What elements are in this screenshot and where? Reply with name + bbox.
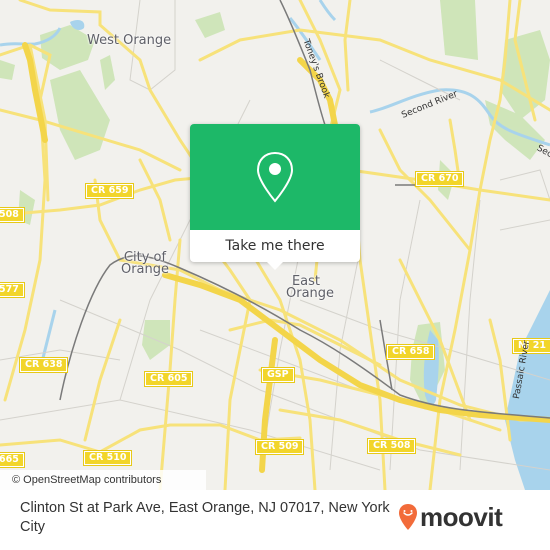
route-shield-cr659: CR 659 (84, 183, 135, 199)
route-shield-cr658: CR 658 (385, 344, 436, 360)
route-shield-cr509: CR 509 (254, 439, 305, 455)
route-shield-cr605: CR 605 (143, 371, 194, 387)
map-canvas[interactable]: West Orange City of Orange East Orange C… (0, 0, 550, 490)
route-shield-cr510: CR 510 (82, 450, 133, 466)
address-text: Clinton St at Park Ave, East Orange, NJ … (20, 500, 390, 535)
route-shield-cr508: CR 508 (366, 438, 417, 454)
moovit-pin-icon (399, 504, 417, 530)
route-shield-cr577: 577 (0, 282, 25, 298)
place-label-city-of-orange: City of Orange (120, 250, 170, 277)
route-shield-gsp: GSP (261, 367, 295, 383)
popup-pointer (267, 262, 283, 270)
popup-header (190, 124, 360, 230)
map-attribution[interactable]: © OpenStreetMap contributors (0, 470, 206, 490)
moovit-logo[interactable]: moovit (398, 501, 503, 532)
passaic-river-water (505, 290, 550, 490)
place-label-east-orange: East Orange (286, 274, 335, 301)
moovit-wordmark: moovit (420, 501, 503, 532)
route-shield-cr508-west: 508 (0, 207, 25, 223)
place-label-west-orange: West Orange (87, 33, 172, 48)
take-me-there-button[interactable]: Take me there (190, 230, 360, 262)
location-pin-icon (256, 151, 294, 203)
route-shield-cr670: CR 670 (414, 171, 465, 187)
route-shield-cr638: CR 638 (18, 357, 69, 373)
footer-bar: Clinton St at Park Ave, East Orange, NJ … (0, 490, 550, 550)
route-shield-cr665: 665 (0, 452, 25, 468)
destination-popup: Take me there (190, 124, 360, 270)
